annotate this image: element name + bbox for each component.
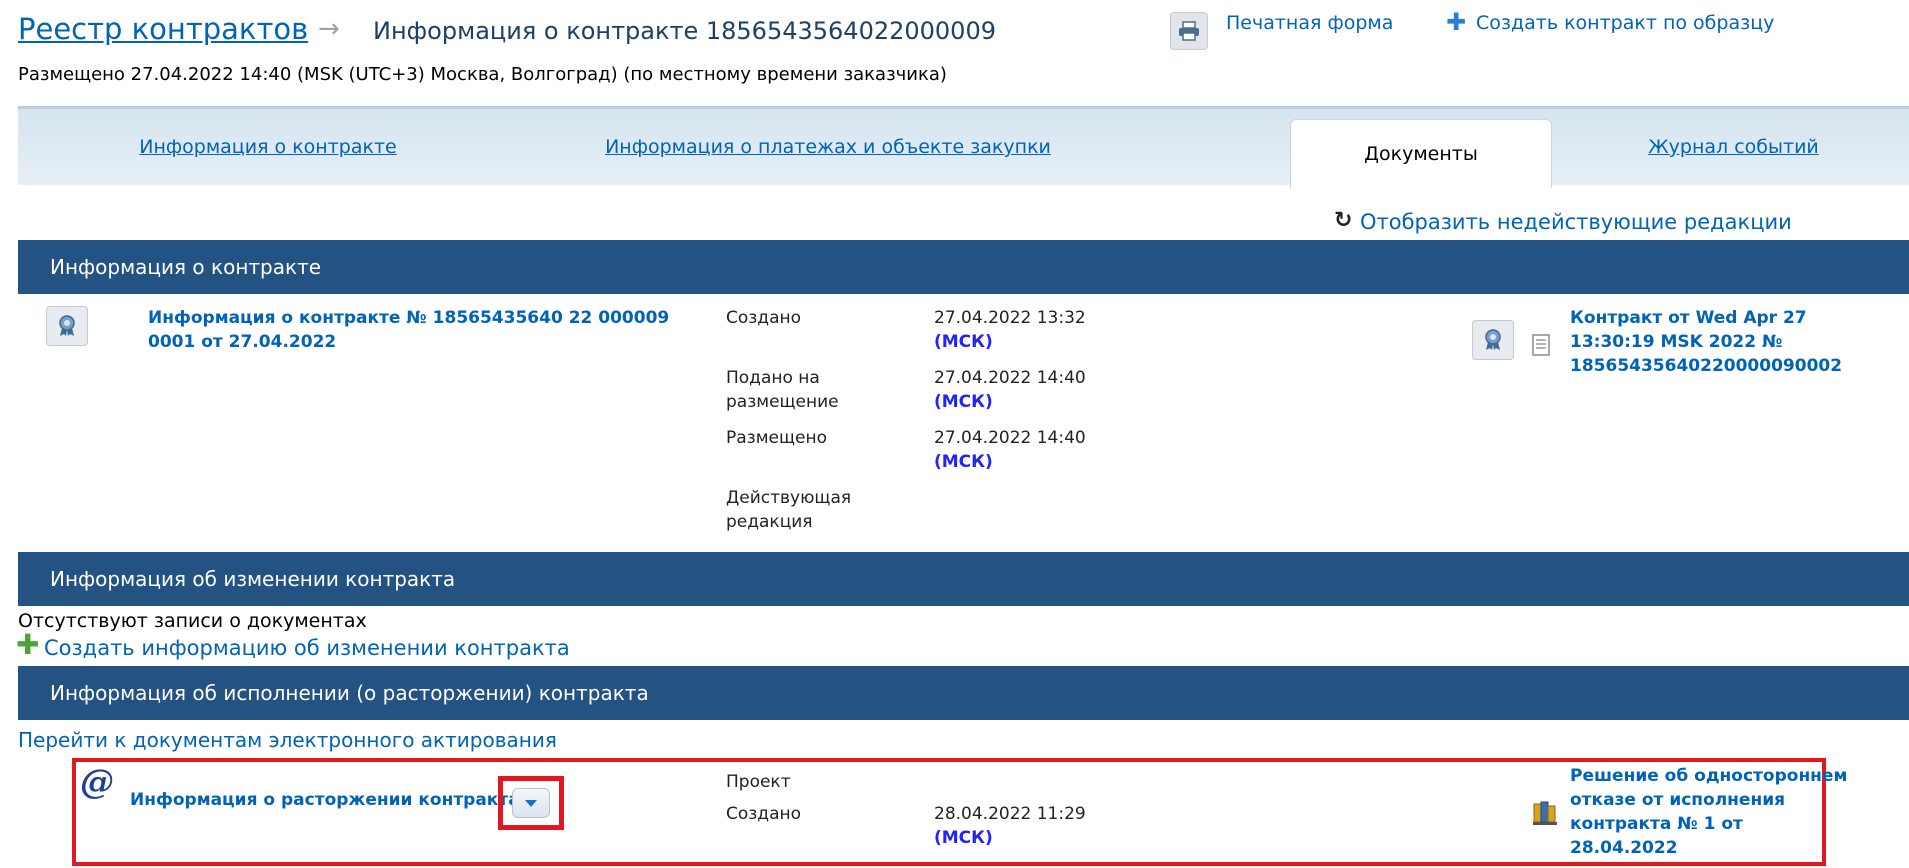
tab-bar: Информация о контракте Информация о плат… (18, 106, 1909, 188)
tab-label: Документы (1364, 143, 1478, 165)
date-text: 27.04.2022 14:40 (934, 428, 1086, 448)
posted-date: 27.04.2022 14:40 (МСК) (934, 426, 1086, 474)
date-text: 28.04.2022 11:29 (934, 804, 1086, 824)
date-text: 27.04.2022 14:40 (934, 368, 1086, 388)
tab-label[interactable]: Информация о платежах и объекте закупки (605, 136, 1051, 158)
chevron-down-icon (525, 799, 537, 807)
section-title: Информация о контракте (50, 255, 322, 279)
reload-icon: ↻ (1334, 208, 1353, 233)
created-label: Создано (726, 804, 801, 824)
actions-dropdown-button[interactable] (512, 788, 550, 818)
doc-link-line[interactable]: Информация о расторжении контракта (130, 790, 520, 810)
print-button[interactable] (1170, 12, 1208, 50)
current-version-label: Действующая редакция (726, 486, 851, 534)
label-line: размещение (726, 392, 839, 412)
doc-link-line[interactable]: отказе от исполнения (1570, 788, 1847, 812)
tab-label[interactable]: Журнал событий (1648, 136, 1819, 158)
contract-signature-button[interactable] (46, 306, 88, 346)
doc-link-line[interactable]: 13:30:19 MSK 2022 № (1570, 330, 1842, 354)
page-title: Информация о контракте 18565435640220000… (373, 17, 996, 45)
doc-link-line[interactable]: 18565435640220000090002 (1570, 354, 1842, 378)
doc-link-line[interactable]: 0001 от 27.04.2022 (148, 330, 669, 354)
posted-label: Размещено (726, 426, 827, 450)
document-icon (1532, 334, 1550, 356)
attachment-signature-button[interactable] (1472, 320, 1514, 360)
doc-link-line[interactable]: Решение об одностороннем (1570, 764, 1847, 788)
status-label: Проект (726, 772, 791, 792)
date-text: 27.04.2022 13:32 (934, 308, 1086, 328)
registry-link[interactable]: Реестр контрактов (18, 12, 308, 46)
plus-icon: ✚ (1446, 8, 1467, 36)
label-line: Размещено (726, 428, 827, 448)
section-title: Информация об исполнении (о расторжении)… (50, 681, 649, 705)
print-form-link[interactable]: Печатная форма (1226, 12, 1393, 34)
label-line: Действующая (726, 488, 852, 508)
posted-info: Размещено 27.04.2022 14:40 (MSK (UTC+3) … (18, 64, 947, 85)
tab-payments[interactable]: Информация о платежах и объекте закупки (578, 109, 1078, 185)
created-label: Создано (726, 306, 801, 330)
section-header-execution-info: Информация об исполнении (о расторжении)… (18, 666, 1909, 720)
tab-contract-info[interactable]: Информация о контракте (18, 109, 518, 185)
timezone-text: (МСК) (934, 332, 993, 352)
tab-documents[interactable]: Документы (1290, 119, 1552, 188)
certificate-badge-icon (59, 315, 75, 336)
timezone-text: (МСК) (934, 452, 993, 472)
dropdown-highlight (498, 776, 564, 830)
section-title: Информация об изменении контракта (50, 567, 456, 591)
contract-attachment-link[interactable]: Контракт от Wed Apr 27 13:30:19 MSK 2022… (1570, 306, 1842, 378)
created-date: 28.04.2022 11:29 (МСК) (934, 802, 1086, 850)
doc-link-line[interactable]: контракта № 1 от (1570, 812, 1847, 836)
section-header-change-info: Информация об изменении контракта (18, 552, 1909, 606)
label-line: Подано на (726, 368, 820, 388)
submitted-date: 27.04.2022 14:40 (МСК) (934, 366, 1086, 414)
label-line: редакция (726, 512, 813, 532)
doc-link-line[interactable]: Информация о контракте № 18565435640 22 … (148, 306, 669, 330)
archive-icon (1533, 801, 1557, 825)
breadcrumb-arrow-icon: → (318, 14, 340, 44)
green-plus-icon: ✚ (16, 628, 40, 661)
contract-info-doc-link[interactable]: Информация о контракте № 18565435640 22 … (148, 306, 669, 354)
label-line: Создано (726, 308, 801, 328)
timezone-text: (МСК) (934, 828, 993, 848)
decision-attachment-link[interactable]: Решение об одностороннем отказе от испол… (1570, 764, 1847, 860)
doc-link-line[interactable]: 28.04.2022 (1570, 836, 1847, 860)
goto-electronic-acts-link[interactable]: Перейти к документам электронного актиро… (18, 728, 557, 752)
certificate-badge-icon (1485, 329, 1501, 350)
section-header-contract-info: Информация о контракте (18, 240, 1909, 294)
create-by-template-link[interactable]: Создать контракт по образцу (1476, 12, 1774, 34)
empty-records-note: Отсутствуют записи о документах (18, 610, 367, 632)
doc-link-line[interactable]: Контракт от Wed Apr 27 (1570, 306, 1842, 330)
tab-event-log[interactable]: Журнал событий (1558, 109, 1909, 185)
timezone-text: (МСК) (934, 392, 993, 412)
termination-info-link[interactable]: Информация о расторжении контракта (130, 788, 520, 812)
create-change-info-link[interactable]: Создать информацию об изменении контракт… (44, 636, 570, 660)
created-date: 27.04.2022 13:32 (МСК) (934, 306, 1086, 354)
at-sign-icon: @ (80, 762, 114, 802)
tab-label[interactable]: Информация о контракте (139, 136, 396, 158)
printer-icon (1179, 21, 1199, 41)
submitted-label: Подано на размещение (726, 366, 839, 414)
